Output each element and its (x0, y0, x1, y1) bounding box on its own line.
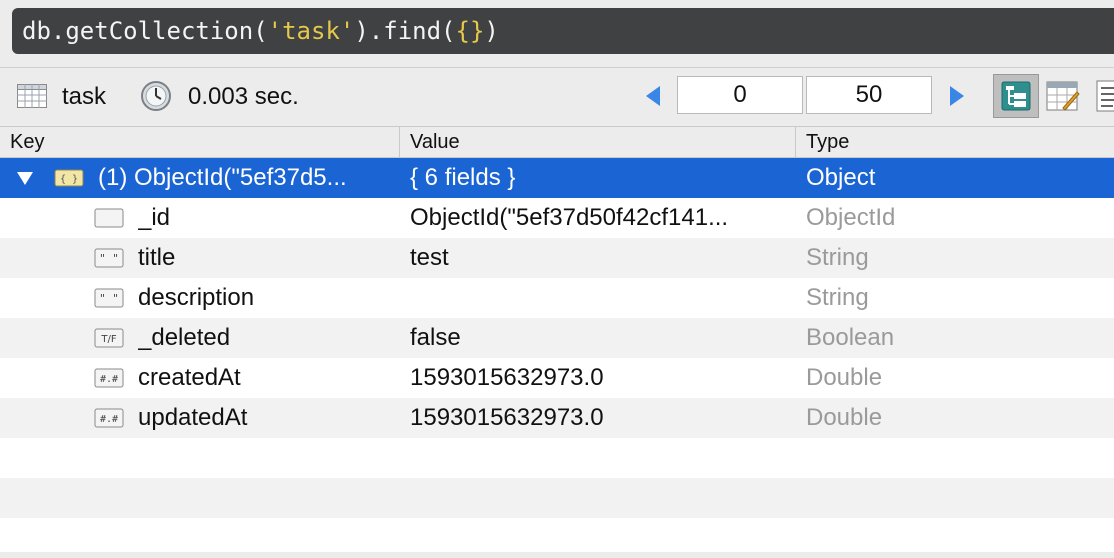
field-key: createdAt (138, 364, 241, 391)
field-key: _deleted (138, 324, 231, 351)
number-icon-label: #.# (100, 374, 118, 385)
table-row-root-document[interactable]: { } (1) ObjectId("5ef37d5... { 6 fields … (0, 158, 1114, 198)
tree-view-icon (1001, 81, 1031, 111)
field-key: title (138, 244, 176, 271)
number-icon: #.# (94, 408, 124, 428)
field-key: _id (138, 204, 171, 231)
string-icon-label: " " (99, 292, 119, 305)
boolean-icon: T/F (94, 328, 124, 348)
column-header: Key Value Type (0, 126, 1114, 158)
next-page-icon[interactable] (948, 84, 966, 108)
query-find: ).find( (354, 17, 456, 45)
field-type: Double (806, 404, 883, 431)
field-type: String (806, 284, 869, 311)
collection-grid-icon (17, 84, 47, 108)
boolean-icon-label: T/F (100, 334, 116, 345)
table-row-id[interactable]: _id ObjectId("5ef37d50f42cf141... Object… (0, 198, 1114, 238)
query-filter: {} (455, 17, 485, 45)
query-collection-string: 'task' (267, 17, 355, 45)
field-value (410, 278, 782, 318)
table-row-deleted[interactable]: T/F _deleted false Boolean (0, 318, 1114, 358)
table-view-icon[interactable] (1045, 78, 1081, 114)
field-type: String (806, 244, 869, 271)
object-icon: { } (54, 169, 84, 187)
field-key: updatedAt (138, 404, 248, 431)
column-header-key[interactable]: Key (0, 127, 399, 157)
field-type: Double (806, 364, 883, 391)
query-editor[interactable]: db.getCollection('task').find({}) (12, 8, 1114, 54)
table-row-createdat[interactable]: #.# createdAt 1593015632973.0 Double (0, 358, 1114, 398)
column-header-value[interactable]: Value (399, 127, 795, 157)
field-value: 1593015632973.0 (410, 404, 604, 431)
field-key: description (138, 284, 255, 311)
field-type: Boolean (806, 324, 895, 351)
column-header-type[interactable]: Type (795, 127, 1114, 157)
query-area: db.getCollection('task').find({}) (0, 0, 1114, 64)
text-view-icon[interactable] (1095, 78, 1114, 114)
id-icon (94, 208, 124, 228)
query-db: db (22, 17, 51, 45)
field-value: test (410, 244, 449, 271)
root-type: Object (806, 164, 876, 191)
number-icon-label: #.# (100, 414, 118, 425)
svg-text:{ }: { } (60, 174, 78, 185)
disclosure-triangle-icon[interactable] (16, 170, 34, 186)
table-row-description[interactable]: " " description String (0, 278, 1114, 318)
number-icon: #.# (94, 368, 124, 388)
empty-row (0, 518, 1114, 558)
field-value: ObjectId("5ef37d50f42cf141... (410, 204, 729, 231)
root-key: (1) ObjectId("5ef37d5... (98, 164, 347, 191)
field-value: 1593015632973.0 (410, 364, 604, 391)
limit-input[interactable] (806, 76, 932, 114)
root-value: { 6 fields } (410, 164, 516, 191)
empty-row (0, 478, 1114, 518)
results-toolbar: task 0.003 sec. (0, 67, 1114, 126)
field-value: false (410, 324, 461, 351)
query-text[interactable]: db.getCollection('task').find({}) (22, 14, 499, 48)
table-row-updatedat[interactable]: #.# updatedAt 1593015632973.0 Double (0, 398, 1114, 438)
query-close: ) (484, 17, 499, 45)
query-method: .getCollection( (50, 17, 268, 45)
string-icon: " " (94, 248, 124, 268)
skip-input[interactable] (677, 76, 803, 114)
tree-view-button[interactable] (993, 74, 1039, 118)
empty-row (0, 438, 1114, 478)
table-row-title[interactable]: " " title test String (0, 238, 1114, 278)
field-type: ObjectId (806, 204, 896, 231)
execution-time: 0.003 sec. (188, 83, 299, 110)
clock-icon (141, 81, 171, 111)
string-icon: " " (94, 288, 124, 308)
collection-name: task (62, 83, 107, 110)
string-icon-label: " " (99, 252, 119, 265)
results-tree: { } (1) ObjectId("5ef37d5... { 6 fields … (0, 158, 1114, 552)
previous-page-icon[interactable] (644, 84, 662, 108)
